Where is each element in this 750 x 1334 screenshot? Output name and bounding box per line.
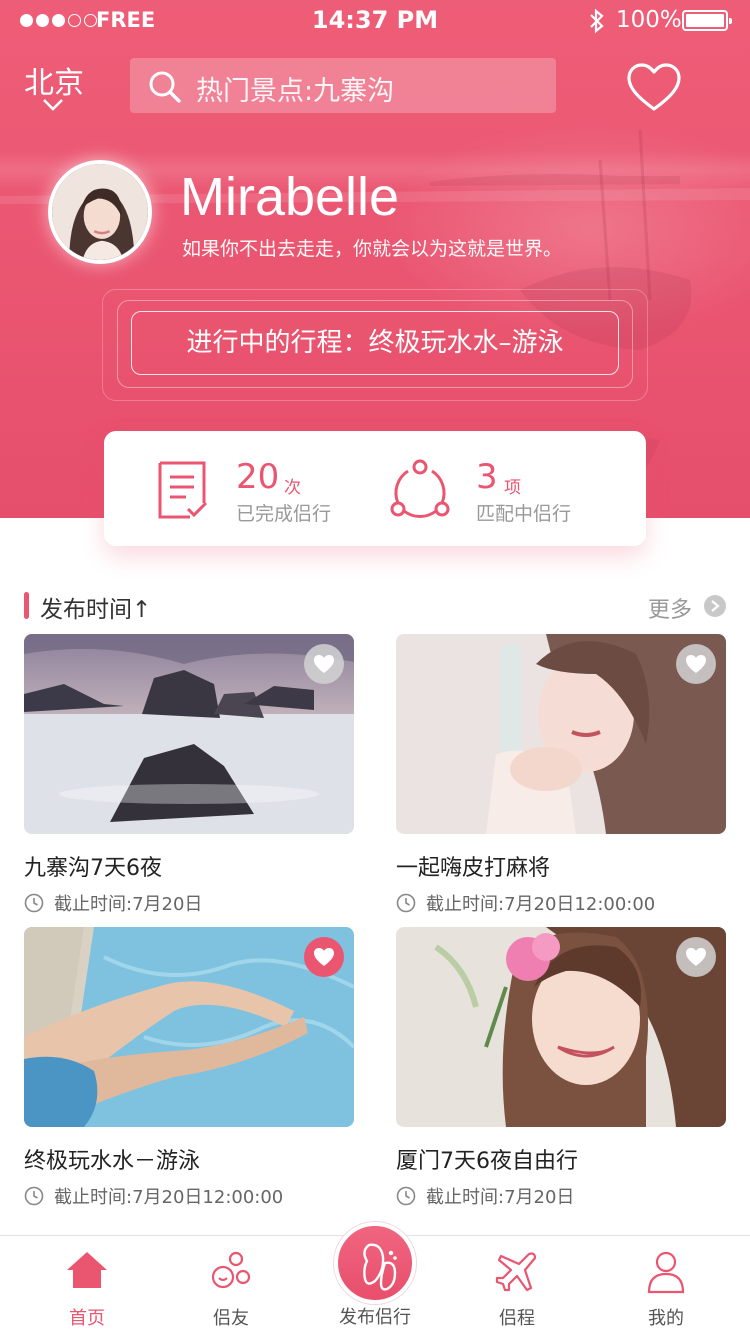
- completed-unit: 次: [284, 478, 301, 498]
- completed-label: 已完成侣行: [236, 503, 332, 525]
- completed-count: 20: [236, 457, 280, 497]
- stat-completed[interactable]: 20 次 已完成侣行: [156, 431, 376, 546]
- smiling-woman-flower-photo: [396, 927, 726, 1127]
- more-link[interactable]: 更多: [648, 592, 692, 624]
- sort-by-publish-time[interactable]: 发布时间↑: [40, 590, 151, 624]
- deadline-text: 截止时间:7月20日: [54, 894, 203, 915]
- tab-label: 我的: [648, 1308, 684, 1329]
- search-bar[interactable]: 热门景点:九寨沟: [130, 58, 556, 113]
- clock-icon: [396, 893, 416, 913]
- trip-card[interactable]: 九寨沟7天6夜 截止时间:7月20日: [24, 634, 354, 916]
- woman-with-bottle-photo: [396, 634, 726, 834]
- battery-percent: 100%: [616, 7, 682, 33]
- section-accent-bar: [24, 592, 29, 619]
- stats-card: 20 次 已完成侣行 3 项 匹配中侣行: [104, 431, 646, 546]
- favorite-toggle[interactable]: [676, 644, 716, 684]
- heart-filled-icon: [314, 948, 334, 966]
- trip-card[interactable]: 厦门7天6夜自由行 截止时间:7月20日: [396, 927, 726, 1209]
- city-selector[interactable]: 北京: [24, 58, 84, 102]
- deadline-text: 截止时间:7月20日12:00:00: [426, 894, 656, 915]
- stat-matching[interactable]: 3 项 匹配中侣行: [390, 431, 610, 546]
- status-bar: FREE 14:37 PM 100%: [0, 0, 750, 40]
- heart-icon: [314, 655, 334, 673]
- publish-trip-label: 发布侣行: [339, 1307, 411, 1328]
- search-icon: [149, 71, 181, 103]
- matching-label: 匹配中侣行: [476, 503, 572, 525]
- tab-label: 侣程: [499, 1308, 535, 1329]
- trip-title: 终极玩水水－游泳: [24, 1149, 201, 1174]
- chevron-right-icon[interactable]: [704, 595, 726, 617]
- trip-card[interactable]: 一起嗨皮打麻将 截止时间:7月20日12:00:00: [396, 634, 726, 916]
- publish-trip-button[interactable]: [334, 1222, 416, 1304]
- seascape-rocks-photo: [24, 634, 354, 834]
- favorite-toggle[interactable]: [676, 937, 716, 977]
- heart-icon: [686, 948, 706, 966]
- trip-card[interactable]: 终极玩水水－游泳 截止时间:7月20日12:00:00: [24, 927, 354, 1209]
- chevron-down-icon[interactable]: [42, 98, 64, 112]
- bubbles-icon: [211, 1251, 251, 1289]
- legs-in-pool-photo: [24, 927, 354, 1127]
- battery-icon: [682, 10, 732, 31]
- trip-title: 九寨沟7天6夜: [24, 856, 162, 881]
- home-icon: [67, 1252, 107, 1288]
- bluetooth-icon: [590, 8, 604, 34]
- trip-deadline: 截止时间:7月20日: [24, 890, 354, 916]
- clock-icon: [24, 1186, 44, 1206]
- person-icon: [647, 1251, 685, 1294]
- tab-friends[interactable]: 侣友: [156, 1236, 306, 1334]
- avatar[interactable]: [48, 160, 152, 264]
- tab-label: 侣友: [213, 1308, 249, 1329]
- checklist-icon: [158, 461, 208, 519]
- user-name: Mirabelle: [180, 167, 400, 227]
- tab-itinerary[interactable]: 侣程: [442, 1236, 592, 1334]
- current-trip-button[interactable]: 进行中的行程：终极玩水水–游泳: [131, 311, 619, 375]
- matching-unit: 项: [504, 478, 521, 498]
- deadline-text: 截止时间:7月20日12:00:00: [54, 1187, 284, 1208]
- heart-icon: [686, 655, 706, 673]
- avatar-photo: [52, 164, 148, 260]
- tab-home[interactable]: 首页: [12, 1236, 162, 1334]
- footprints-icon: [363, 1243, 397, 1291]
- matching-count: 3: [476, 457, 498, 497]
- share-network-icon: [390, 459, 450, 518]
- trip-title: 厦门7天6夜自由行: [396, 1149, 578, 1174]
- trip-title: 一起嗨皮打麻将: [396, 856, 551, 881]
- favorite-toggle[interactable]: [304, 937, 344, 977]
- user-motto: 如果你不出去走走，你就会以为这就是世界。: [182, 238, 563, 260]
- favorites-heart-icon[interactable]: [626, 63, 682, 113]
- airplane-icon: [495, 1252, 537, 1292]
- tab-profile[interactable]: 我的: [591, 1236, 741, 1334]
- trip-deadline: 截止时间:7月20日: [396, 1183, 726, 1209]
- clock-icon: [24, 893, 44, 913]
- clock-icon: [396, 1186, 416, 1206]
- favorite-toggle[interactable]: [304, 644, 344, 684]
- search-placeholder: 热门景点:九寨沟: [196, 76, 395, 107]
- deadline-text: 截止时间:7月20日: [426, 1187, 575, 1208]
- tab-label: 首页: [69, 1308, 105, 1329]
- trip-deadline: 截止时间:7月20日12:00:00: [396, 890, 726, 916]
- trip-deadline: 截止时间:7月20日12:00:00: [24, 1183, 354, 1209]
